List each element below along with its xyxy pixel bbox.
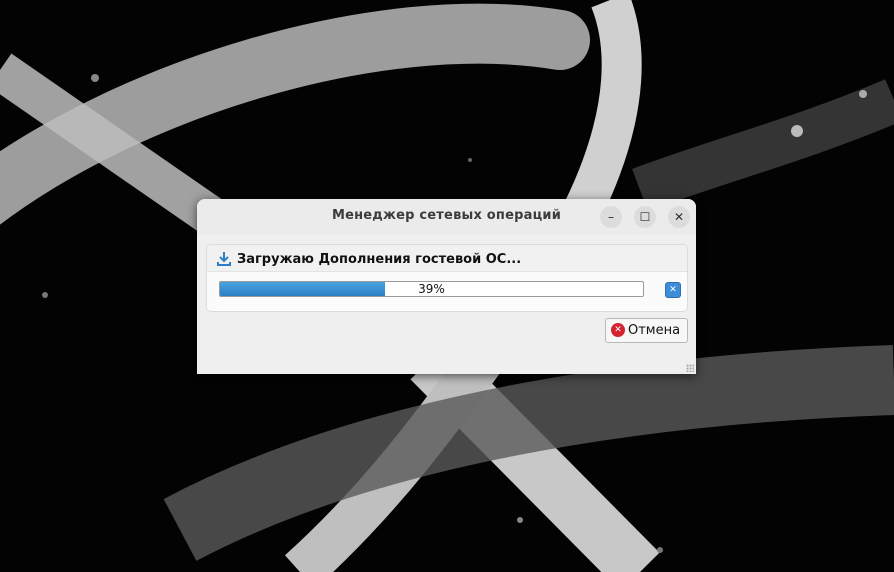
close-icon: ✕ — [673, 210, 685, 224]
maximize-button[interactable]: ☐ — [634, 206, 656, 228]
operation-title: Загружаю Дополнения гостевой ОС... — [237, 252, 522, 267]
cancel-icon: ✕ — [611, 323, 625, 337]
progress-text: 39% — [418, 282, 445, 296]
maximize-icon: ☐ — [639, 210, 651, 224]
operation-header: Загружаю Дополнения гостевой ОС... — [207, 245, 687, 272]
operation-panel: Загружаю Дополнения гостевой ОС... 39% ✕ — [206, 244, 688, 312]
minimize-button[interactable]: – — [600, 206, 622, 228]
close-button[interactable]: ✕ — [668, 206, 690, 228]
cancel-operation-button[interactable]: ✕ — [665, 282, 681, 298]
cancel-operation-icon: ✕ — [669, 285, 677, 295]
cancel-button[interactable]: ✕ Отмена — [605, 318, 688, 343]
network-operations-window: Менеджер сетевых операций – ☐ ✕ Загружаю… — [197, 199, 696, 374]
cancel-button-label: Отмена — [628, 323, 681, 338]
titlebar[interactable]: Менеджер сетевых операций – ☐ ✕ — [197, 199, 696, 235]
resize-grip[interactable] — [686, 364, 694, 372]
minimize-icon: – — [608, 210, 614, 224]
download-icon — [217, 252, 231, 266]
progress-bar: 39% — [219, 281, 644, 297]
